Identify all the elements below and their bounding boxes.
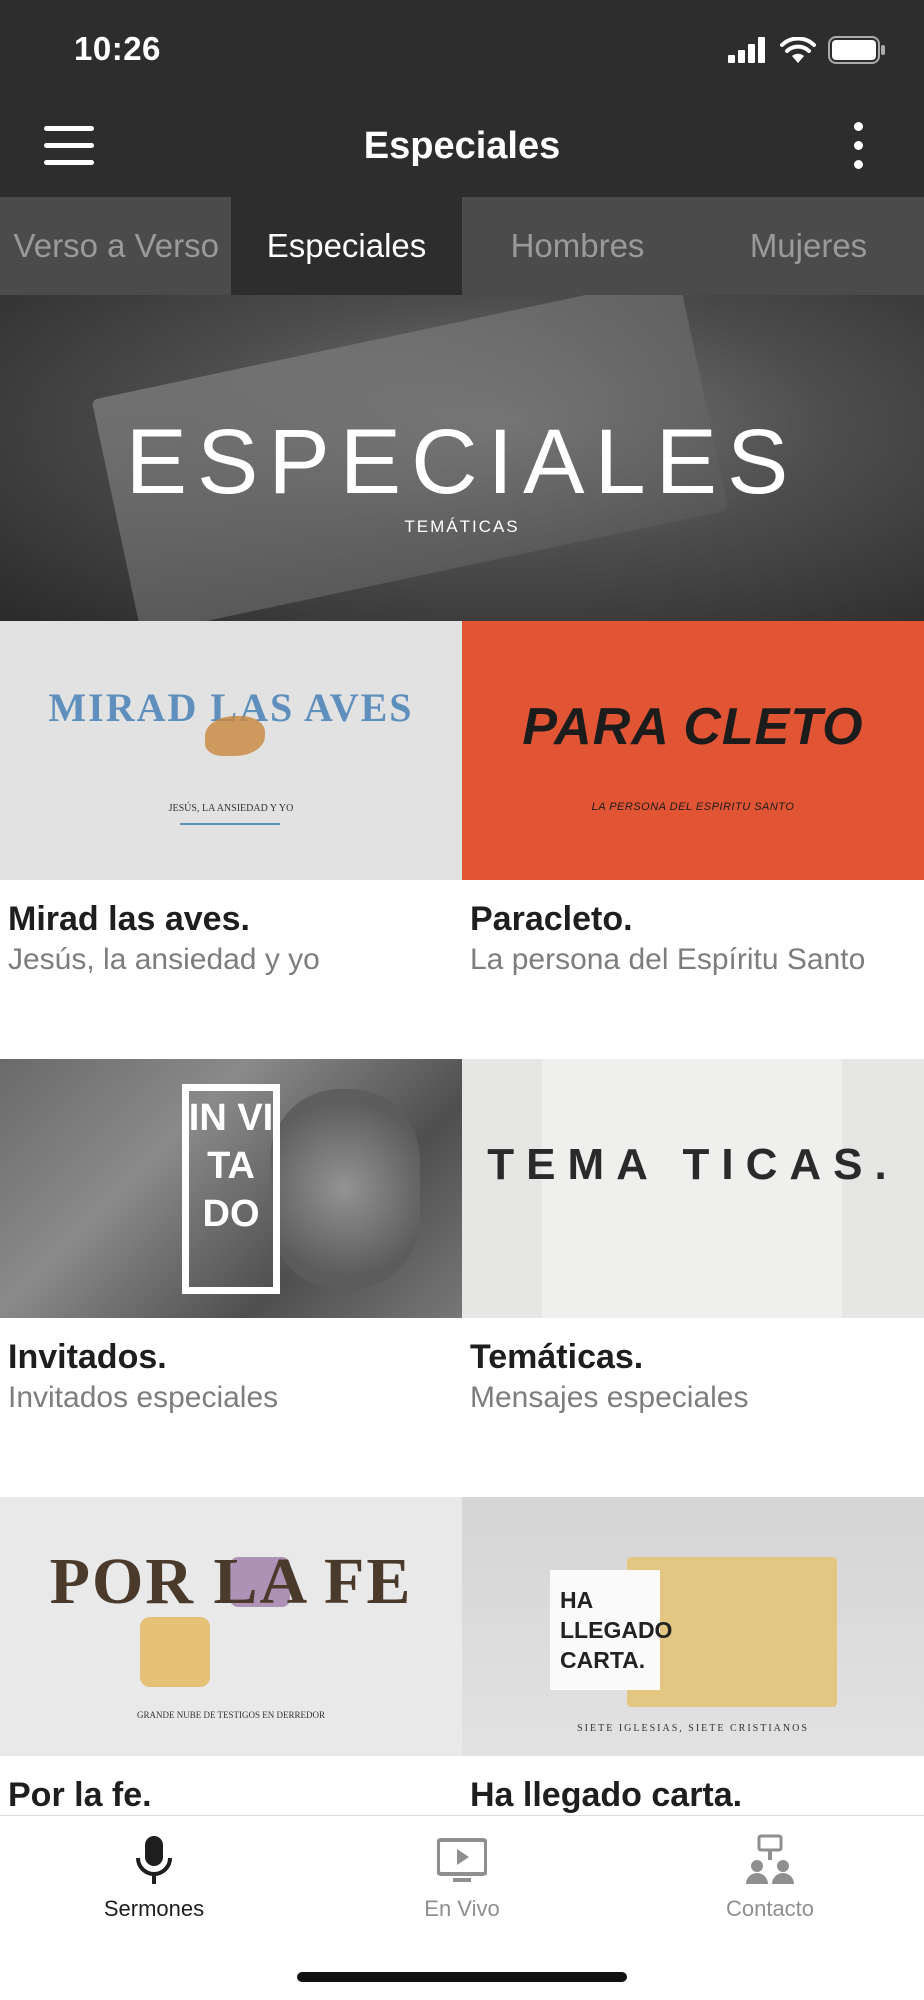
wifi-icon [780,36,816,63]
series-card-tematicas[interactable]: TEMA TICAS. Temáticas. Mensajes especial… [462,1059,924,1414]
paint-splash [140,1617,210,1687]
series-card-mirad-las-aves[interactable]: MIRAD LAS AVES JESÚS, LA ANSIEDAD Y YO M… [0,621,462,976]
tab-label: En Vivo [424,1896,500,1921]
home-indicator [297,1972,627,1982]
series-card-invitados[interactable]: IN VI TA DO Invitados. Invitados especia… [0,1059,462,1414]
top-bar: 10:26 Especiales [0,0,924,197]
series-thumbnail[interactable]: TEMA TICAS. [462,1059,924,1318]
thumbnail-art-title: TEMA TICAS. [487,1140,899,1189]
series-thumbnail[interactable]: PARA CLETO LA PERSONA DEL ESPIRITU SANTO [462,621,924,880]
tab-especiales[interactable]: Especiales [231,197,462,295]
tab-mujeres[interactable]: Mujeres [693,197,924,295]
hero-title: ESPECIALES [125,411,799,513]
series-card-por-la-fe[interactable]: POR LA FE GRANDE NUBE DE TESTIGOS EN DER… [0,1497,462,1814]
thumbnail-art-subtitle: LA PERSONA DEL ESPIRITU SANTO [591,801,795,813]
tab-sermones[interactable]: Sermones [0,1816,308,1946]
series-subtitle: Mensajes especiales [470,1381,749,1414]
series-thumbnail[interactable]: POR LA FE GRANDE NUBE DE TESTIGOS EN DER… [0,1497,462,1756]
thumbnail-art-title: POR LA FE [49,1545,413,1618]
hero-subtitle: TEMÁTICAS [404,517,520,536]
series-thumbnail[interactable]: HA LLEGADO CARTA. SIETE IGLESIAS, SIETE … [462,1497,924,1756]
series-subtitle: Invitados especiales [8,1381,279,1414]
series-title: Ha llegado carta. [470,1776,743,1814]
microphone-icon [136,1836,172,1884]
tab-label: Contacto [725,1896,815,1921]
hero-banner: ESPECIALES TEMÁTICAS [0,295,924,621]
tab-verso-a-verso[interactable]: Verso a Verso [0,197,231,295]
series-title: Temáticas. [470,1338,644,1376]
battery-icon [828,36,885,64]
series-subtitle: La persona del Espíritu Santo [470,943,866,976]
tab-en-vivo[interactable]: En Vivo [308,1816,616,1946]
series-title: Invitados. [8,1338,167,1376]
tab-label: Sermones [103,1896,205,1921]
series-thumbnail[interactable]: IN VI TA DO [0,1059,462,1318]
status-time: 10:26 [74,30,161,67]
category-tabs: Verso a Verso Especiales Hombres Mujeres [0,197,924,295]
status-icons [728,36,886,64]
thumbnail-art-title: HA LLEGADO CARTA. [560,1587,673,1673]
tab-hombres[interactable]: Hombres [462,197,693,295]
thumbnail-art-title: PARA CLETO [522,698,864,756]
bird-illustration [205,716,265,756]
microphone-illustration [270,1089,420,1289]
contact-network-icon [746,1834,794,1884]
more-options-button[interactable] [852,122,864,170]
series-card-paracleto[interactable]: PARA CLETO LA PERSONA DEL ESPIRITU SANTO… [462,621,924,976]
divider [180,823,280,825]
signal-icon [728,37,765,63]
series-thumbnail[interactable]: MIRAD LAS AVES JESÚS, LA ANSIEDAD Y YO [0,621,462,880]
series-card-ha-llegado-carta[interactable]: HA LLEGADO CARTA. SIETE IGLESIAS, SIETE … [462,1497,924,1814]
thumbnail-art-subtitle: JESÚS, LA ANSIEDAD Y YO [168,803,294,814]
series-subtitle: Jesús, la ansiedad y yo [8,943,320,976]
thumbnail-art-subtitle: SIETE IGLESIAS, SIETE CRISTIANOS [577,1723,809,1734]
live-video-icon [437,1838,487,1882]
thumbnail-art-subtitle: GRANDE NUBE DE TESTIGOS EN DERREDOR [136,1710,326,1720]
thumbnail-art-title: IN VI TA DO [188,1097,274,1235]
more-vertical-icon [853,122,863,131]
series-title: Mirad las aves. [8,900,250,938]
series-title: Paracleto. [470,900,633,938]
series-title: Por la fe. [8,1776,152,1814]
page-title: Especiales [363,125,561,167]
tab-contacto[interactable]: Contacto [616,1816,924,1946]
